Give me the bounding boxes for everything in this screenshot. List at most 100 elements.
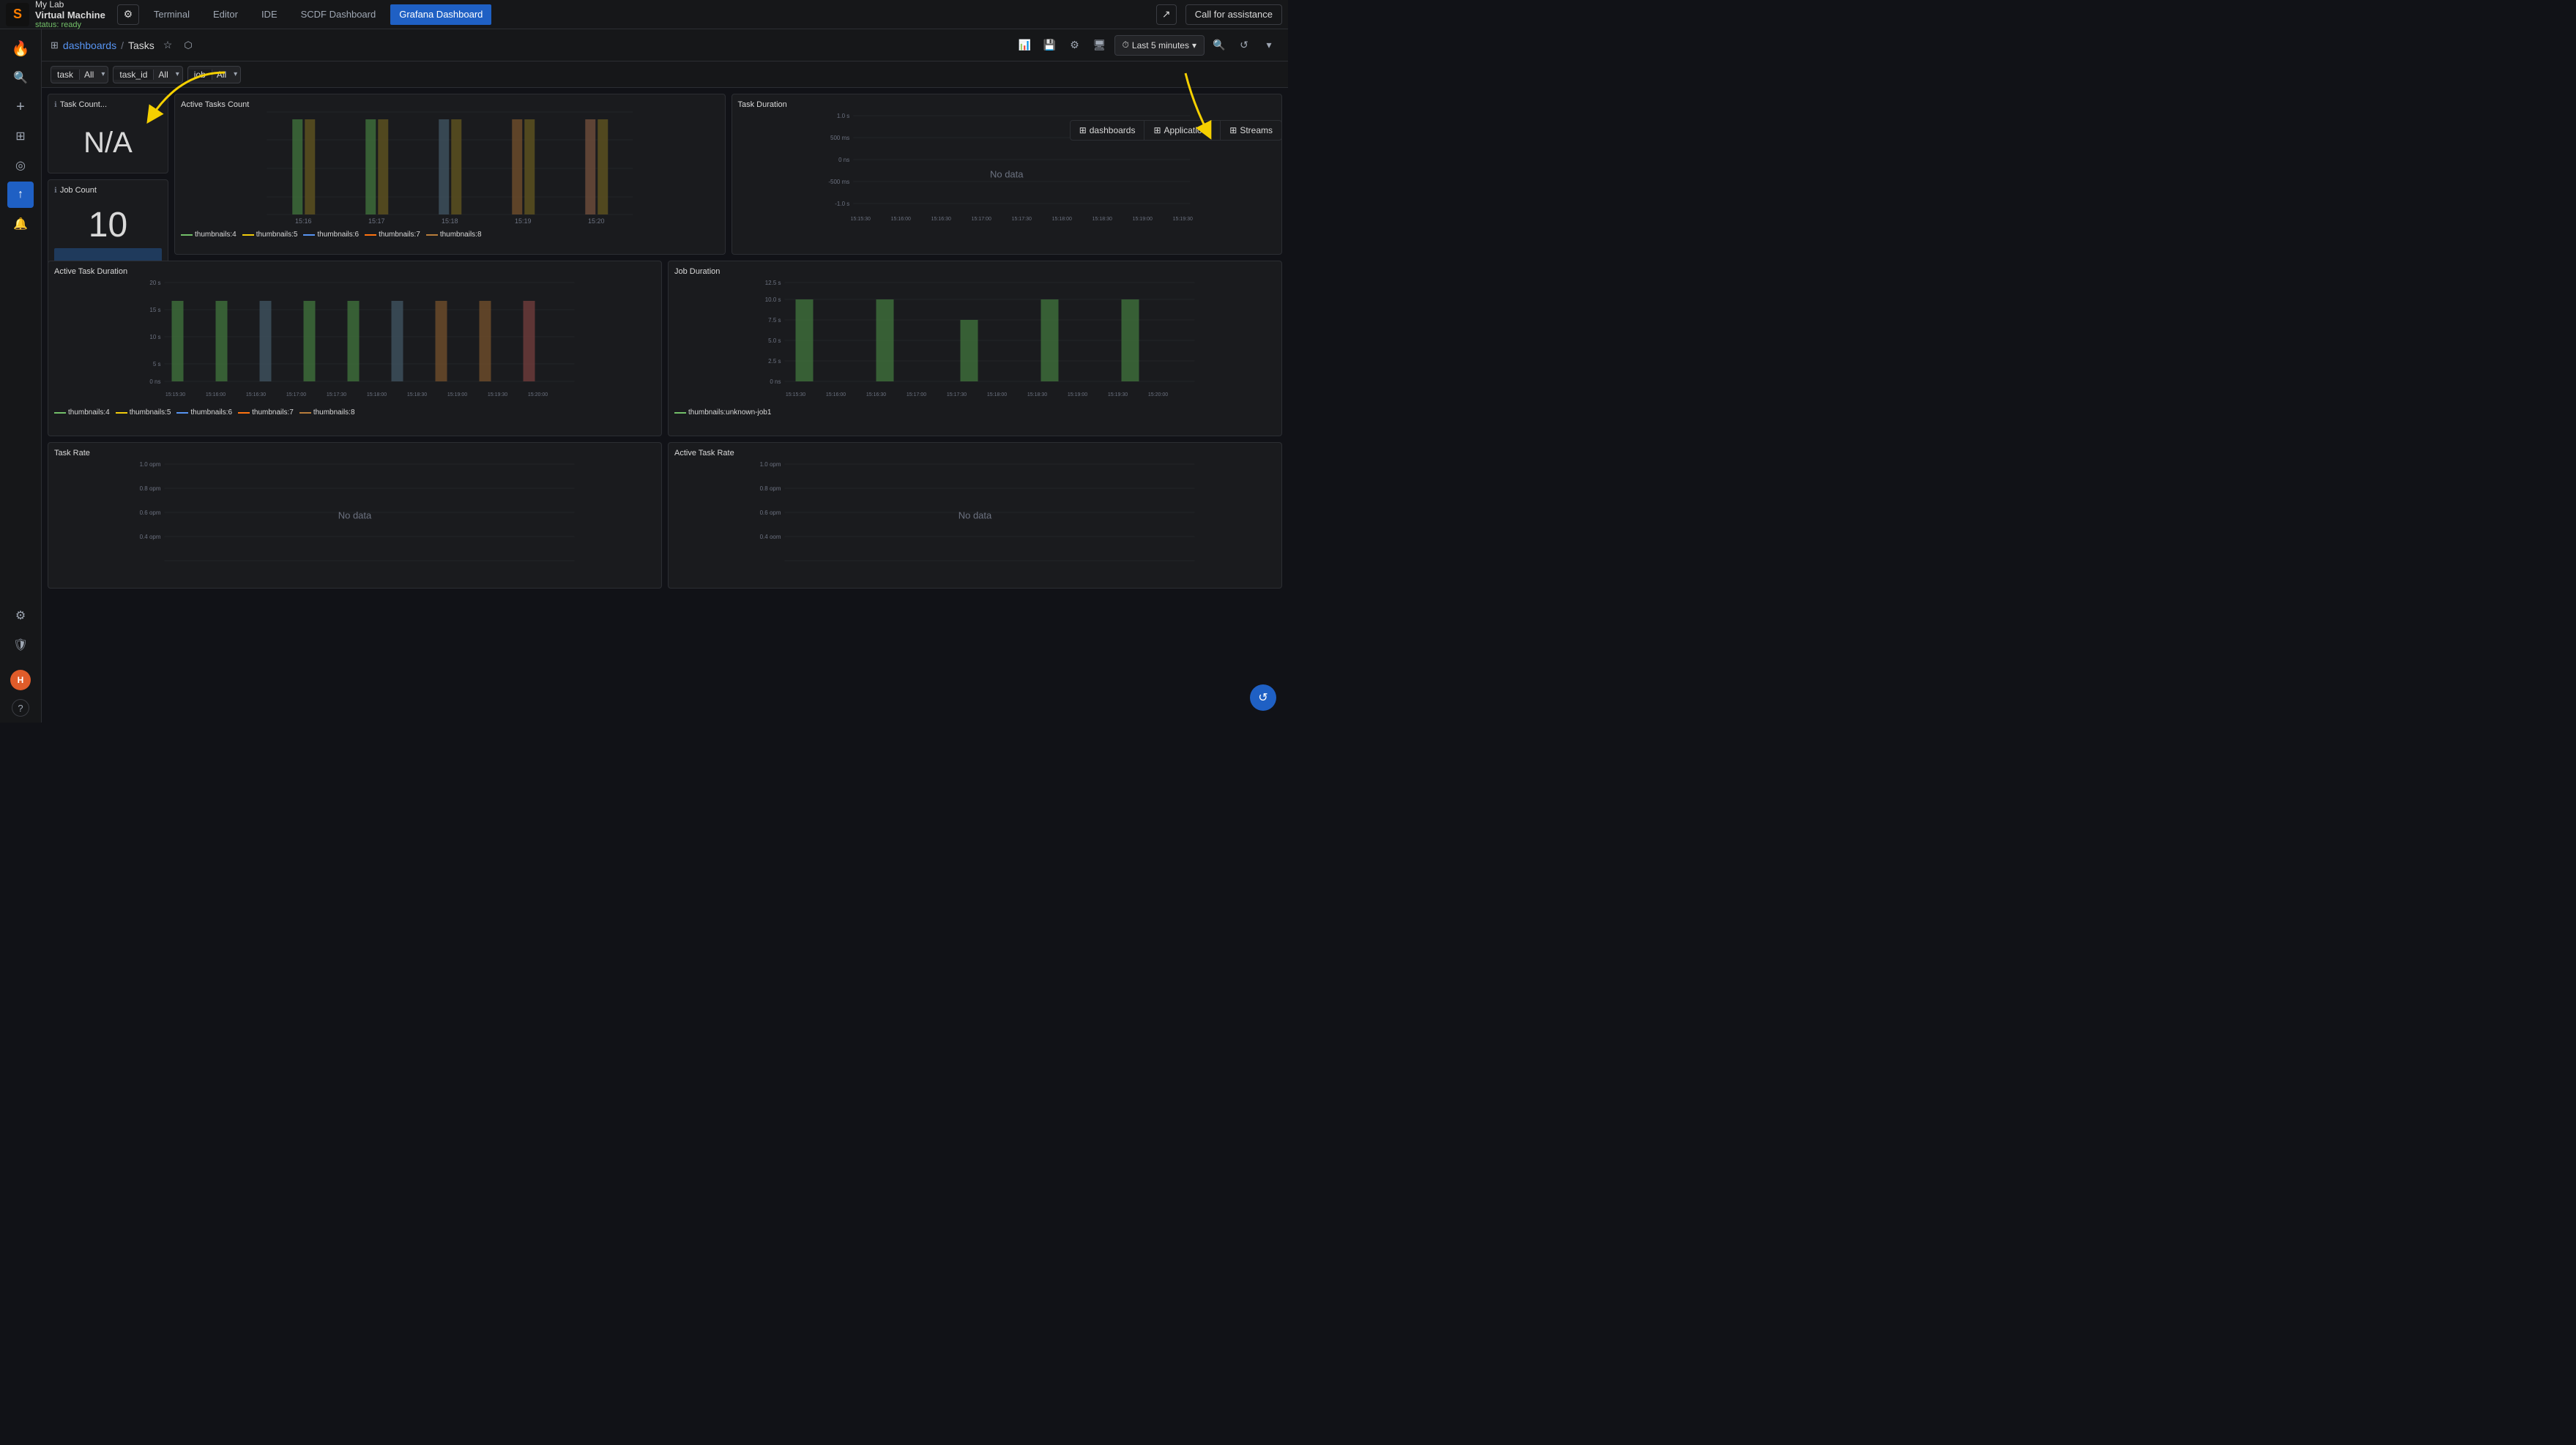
call-assist-button[interactable]: Call for assistance — [1185, 4, 1282, 25]
more-button[interactable]: ▾ — [1259, 35, 1279, 56]
lab-label: My Lab — [35, 0, 105, 10]
svg-text:0.6 opm: 0.6 opm — [140, 509, 161, 516]
sidebar-icon-upload[interactable]: ↑ — [7, 182, 34, 208]
svg-text:15:20:00: 15:20:00 — [1148, 392, 1168, 397]
filter-task-value: All — [80, 70, 98, 80]
svg-text:0 ns: 0 ns — [149, 378, 160, 385]
svg-text:5 s: 5 s — [153, 361, 161, 367]
filter-job-label: job — [188, 70, 212, 80]
active-task-rate-no-data: No data — [958, 510, 992, 521]
svg-text:10.0 s: 10.0 s — [765, 296, 781, 303]
task-duration-panel: Task Duration 1.0 s 500 ms 0 ns -500 ms — [732, 94, 1283, 255]
nav-terminal[interactable]: Terminal — [145, 4, 198, 25]
dashboard-toolbar: ⊞ dashboards / Tasks ☆ ⬡ 📊 💾 ⚙ 🖥 ⏱ Last … — [42, 29, 1288, 61]
svg-text:15 s: 15 s — [149, 307, 160, 313]
nav-editor[interactable]: Editor — [204, 4, 247, 25]
star-button[interactable]: ☆ — [160, 37, 176, 53]
filter-task-id[interactable]: task_id All ▾ — [113, 66, 182, 83]
svg-text:0.4 opm: 0.4 opm — [140, 534, 161, 540]
active-task-duration-legend: thumbnails:4 thumbnails:5 thumbnails:6 t… — [54, 406, 655, 419]
filter-taskid-value: All — [154, 70, 172, 80]
sidebar-icon-shield[interactable]: 🛡 — [7, 632, 34, 658]
nav-ide[interactable]: IDE — [253, 4, 286, 25]
refresh-button[interactable]: ↺ — [1234, 35, 1254, 56]
sidebar-icon-bell[interactable]: 🔔 — [7, 211, 34, 237]
svg-text:15:17:30: 15:17:30 — [1011, 217, 1031, 222]
job-duration-panel: Job Duration 12.5 s 10.0 s 7.5 s — [668, 261, 1282, 436]
legend-label-4: thumbnails:4 — [195, 231, 237, 239]
sidebar-icon-plus[interactable]: + — [7, 94, 34, 120]
topbar-title: My Lab Virtual Machine status: ready — [35, 0, 105, 29]
svg-text:15:18:30: 15:18:30 — [1027, 392, 1047, 397]
settings-button[interactable]: ⚙ — [117, 4, 139, 25]
job-count-title: ℹ Job Count — [54, 186, 162, 195]
filter-job[interactable]: job All ▾ — [187, 66, 241, 83]
tab-applications[interactable]: ⊞ Applications — [1144, 121, 1221, 140]
breadcrumb-separator: / — [121, 40, 124, 51]
svg-text:15:16:30: 15:16:30 — [246, 392, 266, 397]
refresh-fab-button[interactable]: ↺ — [1250, 684, 1276, 711]
add-panel-button[interactable]: 📊 — [1015, 35, 1035, 56]
share-button[interactable]: ⬡ — [181, 38, 195, 53]
svg-text:15:19:30: 15:19:30 — [1108, 392, 1128, 397]
svg-text:15:15:30: 15:15:30 — [786, 392, 805, 397]
active-tasks-title: Active Tasks Count — [181, 100, 719, 109]
job-count-info-icon: ℹ — [54, 187, 57, 195]
grafana-logo: S — [6, 3, 29, 26]
tab-dashboards-icon: ⊞ — [1079, 125, 1087, 135]
active-task-duration-panel: Active Task Duration 20 s 15 s 10 s 5 s — [48, 261, 662, 436]
breadcrumb-root[interactable]: dashboards — [63, 40, 116, 51]
svg-text:0 ns: 0 ns — [770, 378, 781, 385]
svg-text:500 ms: 500 ms — [830, 135, 849, 141]
svg-text:15:18:30: 15:18:30 — [1092, 217, 1112, 222]
zoom-in-button[interactable]: 🔍 — [1209, 35, 1229, 56]
tab-streams-label: Streams — [1240, 125, 1273, 135]
filter-task[interactable]: task All ▾ — [51, 66, 108, 83]
legend-label-6: thumbnails:6 — [317, 231, 359, 239]
sidebar-icon-search[interactable]: 🔍 — [7, 64, 34, 91]
svg-text:15:16:30: 15:16:30 — [866, 392, 886, 397]
svg-text:15:20: 15:20 — [588, 217, 605, 225]
active-tasks-legend: thumbnails:4 thumbnails:5 thumbnails:6 — [181, 228, 719, 242]
svg-text:15:17:00: 15:17:00 — [286, 392, 306, 397]
legend-item-7: thumbnails:7 — [365, 231, 420, 239]
filter-job-arrow[interactable]: ▾ — [231, 70, 240, 78]
job-duration-legend: thumbnails:unknown-job1 — [674, 406, 1276, 419]
dashboard-settings-button[interactable]: ⚙ — [1065, 35, 1085, 56]
sidebar-icon-logo[interactable]: 🔥 — [7, 35, 34, 61]
svg-text:15:20:00: 15:20:00 — [528, 392, 548, 397]
nav-scdf[interactable]: SCDF Dashboard — [292, 4, 385, 25]
filter-task-arrow[interactable]: ▾ — [98, 70, 108, 78]
panel-row-2: Active Task Duration 20 s 15 s 10 s 5 s — [48, 261, 1282, 436]
svg-text:10 s: 10 s — [149, 334, 160, 340]
task-duration-title: Task Duration — [738, 100, 1276, 109]
save-dashboard-button[interactable]: 💾 — [1040, 35, 1060, 56]
sidebar-icon-help[interactable]: ? — [12, 699, 29, 717]
legend-label-5: thumbnails:5 — [256, 231, 298, 239]
active-task-rate-panel: Active Task Rate 1.0 opm 0.8 opm 0.6 opm… — [668, 442, 1282, 589]
svg-text:0 ns: 0 ns — [838, 157, 849, 163]
svg-text:0.8 opm: 0.8 opm — [140, 485, 161, 492]
tab-dashboards[interactable]: ⊞ dashboards — [1071, 121, 1145, 140]
time-range-label: Last 5 minutes — [1132, 40, 1189, 51]
task-count-title: ℹ Task Count... — [54, 100, 162, 109]
filter-bar: task All ▾ task_id All ▾ job All ▾ — [42, 61, 1288, 88]
sidebar-icon-gear[interactable]: ⚙ — [7, 602, 34, 629]
sidebar-icon-compass[interactable]: ◎ — [7, 152, 34, 179]
cycle-view-button[interactable]: 🖥 — [1090, 35, 1110, 56]
avatar[interactable]: H — [10, 670, 31, 690]
time-range-button[interactable]: ⏱ Last 5 minutes ▾ — [1114, 35, 1205, 56]
svg-text:15:18:30: 15:18:30 — [407, 392, 427, 397]
external-link-button[interactable]: ↗ — [1156, 4, 1177, 25]
breadcrumb-current: Tasks — [128, 40, 155, 51]
sidebar-icon-grid[interactable]: ⊞ — [7, 123, 34, 149]
svg-text:15:17:30: 15:17:30 — [327, 392, 346, 397]
task-count-info-icon: ℹ — [54, 101, 57, 109]
svg-text:15:19: 15:19 — [515, 217, 532, 225]
filter-taskid-arrow[interactable]: ▾ — [173, 70, 182, 78]
svg-text:5.0 s: 5.0 s — [768, 337, 781, 344]
svg-text:15:17: 15:17 — [368, 217, 385, 225]
nav-grafana[interactable]: Grafana Dashboard — [390, 4, 491, 25]
tab-streams[interactable]: ⊞ Streams — [1221, 121, 1281, 140]
job-duration-chart: 12.5 s 10.0 s 7.5 s 5.0 s 2.5 s 0 ns — [674, 279, 1276, 403]
